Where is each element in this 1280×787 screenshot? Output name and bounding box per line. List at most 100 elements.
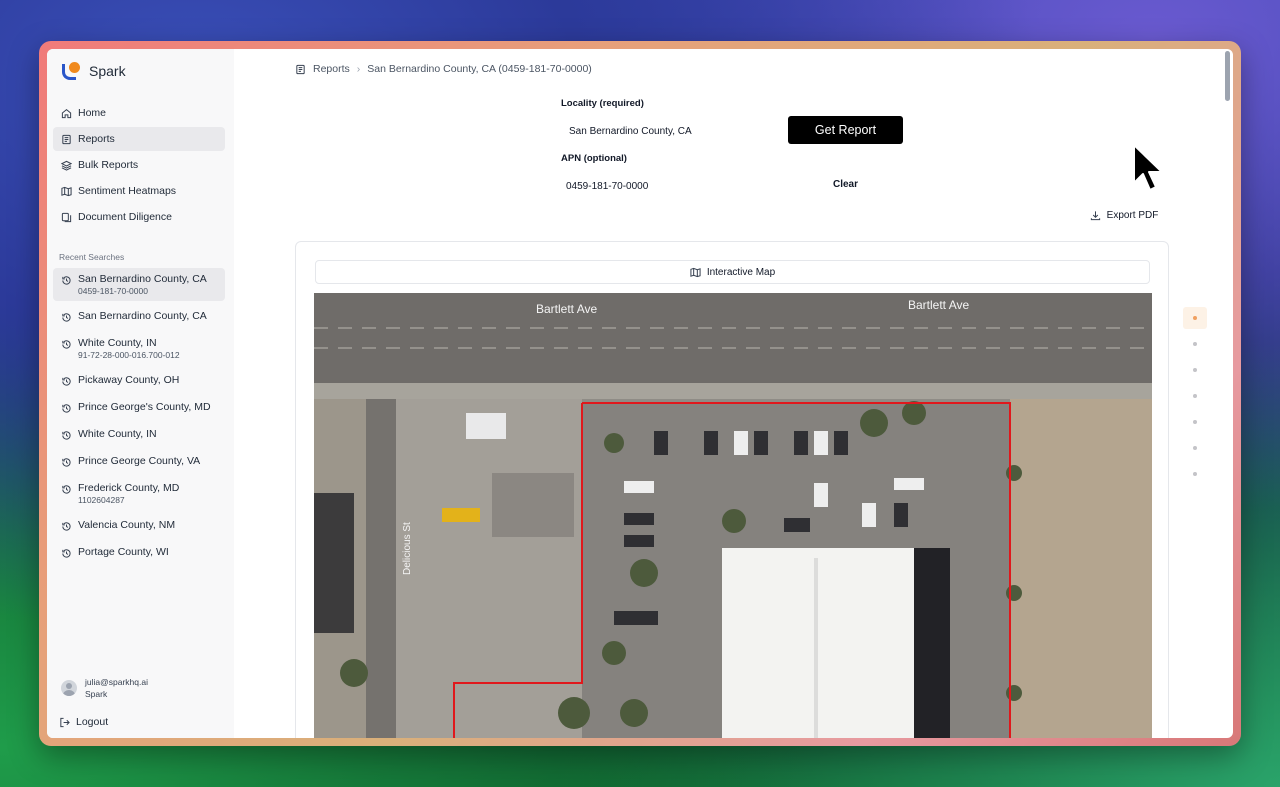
building-west [314,493,354,633]
app-name: Spark [89,63,126,79]
user-email: julia@sparkhq.ai [85,677,148,687]
street-label-bartlett-ave: Bartlett Ave [908,298,969,312]
main-nav: Home Reports Bulk Reports Sentiment Heat… [53,101,225,231]
sidebar-item-label: Sentiment Heatmaps [78,185,177,197]
recent-search-item[interactable]: Frederick County, MD 1102604287 [53,477,225,510]
recent-search-label: Frederick County, MD [78,482,180,494]
reports-icon [61,134,72,145]
recent-search-sub: 91-72-28-000-016.700-012 [78,350,180,360]
road-delicious-st [366,399,396,738]
satellite-map[interactable]: Bartlett Ave Bartlett Ave Delicious St [314,293,1152,738]
locality-label: Locality (required) [561,98,644,109]
pager-dot[interactable] [1183,333,1207,355]
sidebar-item-label: Home [78,107,107,119]
breadcrumb-root-link[interactable]: Reports [313,63,350,75]
sidebar-item-bulk-reports[interactable]: Bulk Reports [53,153,225,177]
recent-search-sub: 0459-181-70-0000 [78,286,148,296]
pager-dot[interactable] [1183,463,1207,485]
download-icon [1090,210,1101,221]
recent-search-sub: 1102604287 [78,495,125,505]
layers-icon [61,160,72,171]
tab-label: Interactive Map [706,266,776,278]
building-small [492,473,574,537]
logout-button[interactable]: Logout [59,716,108,728]
map-card: Interactive Map Bartlett Ave Bartlett Av… [295,241,1169,738]
vehicle-taxi [442,508,480,522]
map-icon [61,186,72,197]
window-frame: Spark Home Reports Bulk Reports Sentimen… [39,41,1241,746]
app-logo[interactable]: Spark [61,61,126,81]
history-icon [61,457,72,468]
vehicle-rv [466,413,506,439]
app-window: Spark Home Reports Bulk Reports Sentimen… [47,49,1233,738]
history-icon [61,403,72,414]
pager-dot[interactable] [1183,359,1207,381]
recent-search-label: Prince George County, VA [78,455,201,467]
sidebar-item-reports[interactable]: Reports [53,127,225,151]
spark-logo-icon [61,61,81,81]
breadcrumb-current: San Bernardino County, CA (0459-181-70-0… [367,63,592,75]
locality-input[interactable] [569,120,789,142]
recent-search-label: Pickaway County, OH [78,374,180,386]
breadcrumb: Reports › San Bernardino County, CA (045… [295,63,592,75]
clear-button[interactable]: Clear [788,175,903,193]
recent-search-item[interactable]: Valencia County, NM [53,514,225,537]
recent-search-item[interactable]: Prince George County, VA [53,450,225,473]
history-icon [61,339,72,350]
recent-search-item[interactable]: San Bernardino County, CA 0459-181-70-000… [53,268,225,301]
building-roof-line [814,558,818,738]
user-org: Spark [85,689,108,699]
section-pager [1183,307,1207,489]
recent-search-item[interactable]: Portage County, WI [53,541,225,564]
recent-search-label: White County, IN [78,428,157,440]
pager-dot[interactable] [1183,385,1207,407]
history-icon [61,484,72,495]
recent-searches-list: San Bernardino County, CA 0459-181-70-000… [53,268,225,568]
user-profile[interactable]: julia@sparkhq.ai Spark [61,677,148,699]
history-icon [61,275,72,286]
recent-search-item[interactable]: White County, IN [53,423,225,446]
history-icon [61,376,72,387]
sidebar-item-document-diligence[interactable]: Document Diligence [53,205,225,229]
history-icon [61,312,72,323]
recent-search-label: San Bernardino County, CA [78,310,207,322]
history-icon [61,430,72,441]
pager-dot[interactable] [1183,411,1207,433]
sidebar-item-home[interactable]: Home [53,101,225,125]
recent-search-item[interactable]: White County, IN 91-72-28-000-016.700-012 [53,332,225,365]
recent-search-item[interactable]: Pickaway County, OH [53,369,225,392]
building-shade [914,548,950,738]
get-report-button[interactable]: Get Report [788,116,903,144]
recent-search-label: White County, IN [78,337,157,349]
reports-icon [295,64,306,75]
export-pdf-label: Export PDF [1106,209,1159,221]
sidebar-item-label: Document Diligence [78,211,172,223]
history-icon [61,521,72,532]
scrollbar[interactable] [1225,51,1230,101]
lot-adjacent [396,399,582,738]
chevron-right-icon: › [356,63,361,75]
sidewalk [314,383,1152,399]
apn-input[interactable] [566,175,786,197]
sidebar-item-sentiment-heatmaps[interactable]: Sentiment Heatmaps [53,179,225,203]
pager-dot[interactable] [1183,307,1207,329]
apn-label: APN (optional) [561,153,627,164]
avatar [61,680,77,696]
documents-icon [61,212,72,223]
export-pdf-button[interactable]: Export PDF [1080,204,1168,226]
recent-search-label: Prince George's County, MD [78,401,211,413]
tab-interactive-map[interactable]: Interactive Map [315,260,1150,284]
mouse-cursor-icon [1133,144,1163,191]
home-icon [61,108,72,119]
sidebar: Spark Home Reports Bulk Reports Sentimen… [47,49,234,738]
recent-search-item[interactable]: San Bernardino County, CA [53,305,225,328]
logout-icon [59,717,70,728]
history-icon [61,548,72,559]
recent-search-label: Portage County, WI [78,546,169,558]
pager-dot[interactable] [1183,437,1207,459]
sidebar-item-label: Bulk Reports [78,159,139,171]
sidebar-item-label: Reports [78,133,115,145]
road-bartlett-ave [314,293,1152,383]
recent-search-item[interactable]: Prince George's County, MD [53,396,225,419]
recent-search-label: Valencia County, NM [78,519,176,531]
